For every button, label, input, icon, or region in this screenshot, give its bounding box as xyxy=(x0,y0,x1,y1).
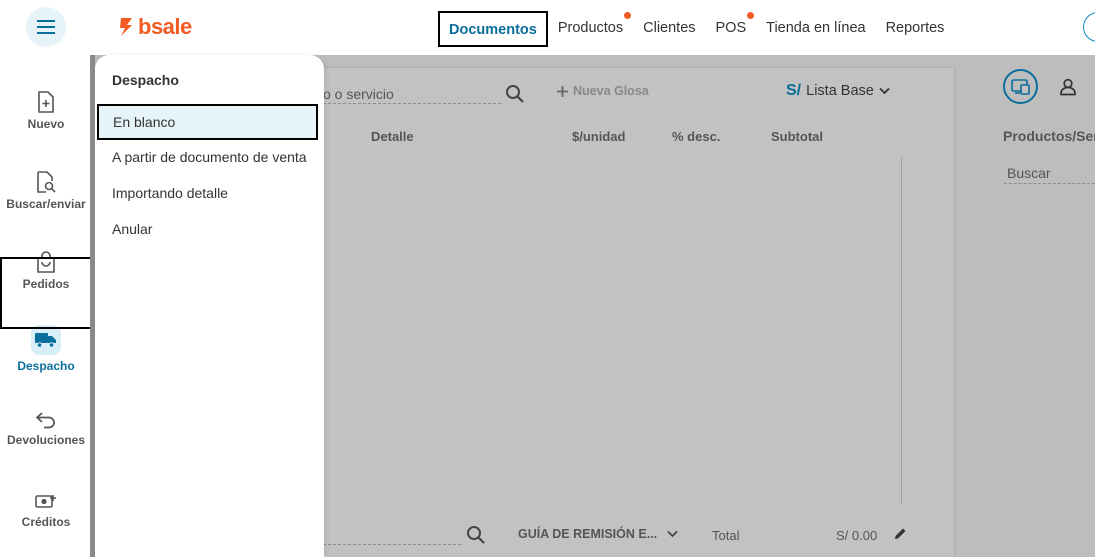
menu-item-label: A partir de documento de venta xyxy=(112,149,307,165)
column-header-subtotal: Subtotal xyxy=(771,129,823,144)
total-value: S/ 0.00 xyxy=(836,528,878,543)
product-search-underline xyxy=(323,103,501,104)
nav-label: Tienda en línea xyxy=(766,20,866,36)
return-arrow-icon xyxy=(35,412,55,429)
menu-item-desde-documento-venta[interactable]: A partir de documento de venta xyxy=(112,149,307,165)
top-bar: bsale Documentos Productos Clientes POS … xyxy=(0,0,1095,55)
product-search-input[interactable]: o o servicio xyxy=(323,86,394,102)
hamburger-menu-button[interactable] xyxy=(26,7,66,47)
nav-label: Reportes xyxy=(885,20,945,36)
hamburger-icon xyxy=(37,20,55,34)
pencil-icon[interactable] xyxy=(893,527,907,541)
new-gloss-label: Nueva Glosa xyxy=(573,84,649,98)
sidebar-item-label: Buscar/enviar xyxy=(6,197,86,211)
total-label: Total xyxy=(712,528,740,543)
product-view-toggle[interactable] xyxy=(1003,69,1038,104)
document-type-label: GUÍA DE REMISIÓN E... xyxy=(518,527,658,541)
column-header-detalle: Detalle xyxy=(371,129,414,144)
nav-tienda-en-linea[interactable]: Tienda en línea xyxy=(756,11,875,47)
menu-item-importando-detalle[interactable]: Importando detalle xyxy=(112,185,228,201)
nav-pos[interactable]: POS xyxy=(706,11,757,47)
menu-item-label: Importando detalle xyxy=(112,185,228,201)
menu-item-anular[interactable]: Anular xyxy=(112,221,152,237)
menu-item-label: En blanco xyxy=(113,114,176,130)
column-header-unit-price: $/unidad xyxy=(572,129,626,144)
products-panel-title: Productos/Ser xyxy=(1003,128,1095,144)
products-search-underline xyxy=(1004,183,1095,184)
user-avatar-button[interactable] xyxy=(1083,12,1095,42)
sidebar-item-despacho[interactable]: Despacho xyxy=(0,325,92,373)
sidebar-item-buscar-enviar[interactable]: Buscar/enviar xyxy=(0,171,92,211)
menu-item-en-blanco[interactable]: En blanco xyxy=(97,104,318,140)
column-header-discount: % desc. xyxy=(672,129,721,144)
sidebar-item-label: Créditos xyxy=(21,515,71,529)
sidebar-item-label: Nuevo xyxy=(27,117,65,131)
nav-reportes[interactable]: Reportes xyxy=(876,11,955,47)
plus-icon xyxy=(557,85,568,97)
nav-label: Productos xyxy=(557,20,624,36)
nav-clientes[interactable]: Clientes xyxy=(633,11,705,47)
chevron-down-icon xyxy=(879,87,890,95)
sidebar-item-label: Devoluciones xyxy=(6,433,86,447)
main-nav: Documentos Productos Clientes POS Tienda… xyxy=(438,11,954,47)
nav-label: Clientes xyxy=(643,20,696,36)
bsale-logo[interactable]: bsale xyxy=(118,14,192,40)
notification-dot xyxy=(747,12,755,19)
sidebar-item-label: Despacho xyxy=(17,359,75,373)
price-list-select[interactable]: S/ Lista Base xyxy=(786,82,890,100)
active-icon-box xyxy=(31,325,61,355)
menu-item-label: Anular xyxy=(112,221,153,237)
despacho-dropdown-menu: Despacho En blanco A partir de documento… xyxy=(95,55,324,557)
logo-text: bsale xyxy=(138,14,192,39)
document-type-select[interactable]: GUÍA DE REMISIÓN E... xyxy=(518,527,678,541)
sidebar-item-devoluciones[interactable]: Devoluciones xyxy=(0,411,92,447)
panel-scroll-divider xyxy=(901,158,902,504)
new-gloss-button[interactable]: Nueva Glosa xyxy=(556,84,649,98)
nav-documentos[interactable]: Documentos xyxy=(438,11,548,47)
currency-symbol: S/ xyxy=(786,82,802,99)
truck-icon xyxy=(35,333,56,348)
nav-productos[interactable]: Productos xyxy=(548,11,633,47)
nav-label: POS xyxy=(715,20,747,36)
search-icon[interactable] xyxy=(466,525,486,545)
price-list-label: Lista Base xyxy=(806,83,874,99)
bsale-logo-icon xyxy=(120,18,132,36)
bottom-search-underline xyxy=(323,544,461,545)
nav-label: Documentos xyxy=(449,22,537,38)
file-plus-icon xyxy=(38,91,54,113)
sidebar-item-nuevo[interactable]: Nuevo xyxy=(0,91,92,131)
file-search-icon xyxy=(37,171,56,193)
chevron-down-icon xyxy=(667,530,678,538)
sidebar-item-creditos[interactable]: Créditos xyxy=(0,493,92,529)
search-icon[interactable] xyxy=(505,84,525,104)
money-plus-icon xyxy=(35,495,56,508)
dropdown-title: Despacho xyxy=(112,72,179,88)
devices-icon xyxy=(1010,78,1030,95)
notification-dot xyxy=(624,12,632,19)
products-search-input[interactable]: Buscar xyxy=(1007,165,1051,181)
person-icon[interactable] xyxy=(1059,78,1077,96)
